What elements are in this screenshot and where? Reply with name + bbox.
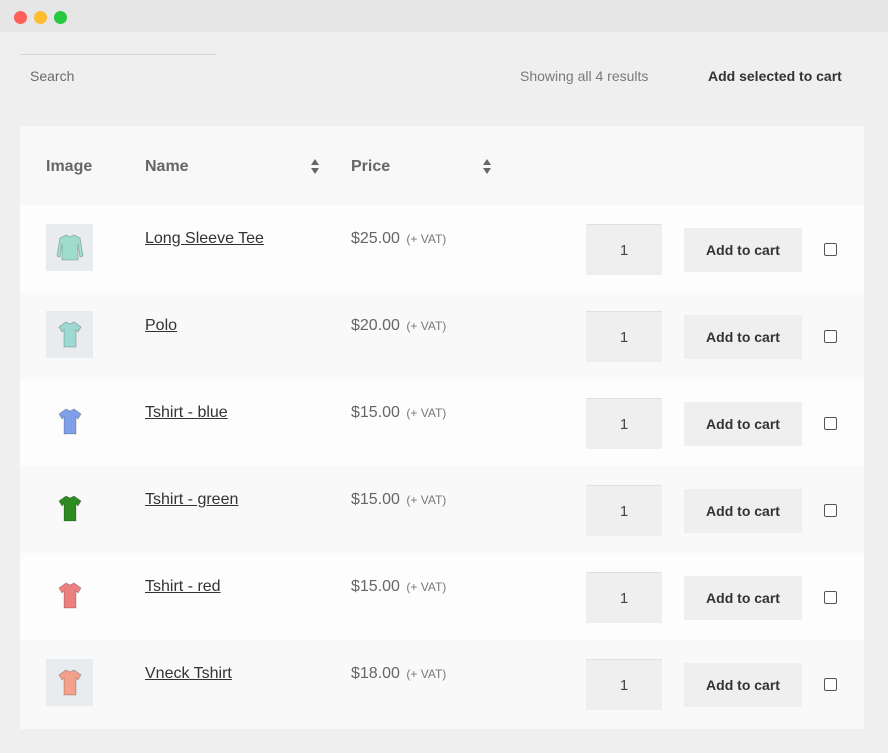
product-price: $15.00 (+ VAT): [351, 404, 446, 422]
select-checkbox[interactable]: [824, 591, 837, 604]
column-header-price[interactable]: Price: [351, 158, 390, 176]
product-name-link[interactable]: Tshirt - green: [145, 491, 238, 509]
select-checkbox[interactable]: [824, 678, 837, 691]
search-input[interactable]: [30, 55, 206, 97]
add-to-cart-button[interactable]: Add to cart: [684, 402, 802, 446]
price-amount: $18.00: [351, 665, 400, 682]
add-to-cart-button[interactable]: Add to cart: [684, 663, 802, 707]
add-selected-to-cart-button[interactable]: Add selected to cart: [708, 68, 842, 84]
add-to-cart-button[interactable]: Add to cart: [684, 315, 802, 359]
tax-label: (+ VAT): [406, 232, 447, 246]
select-checkbox[interactable]: [824, 330, 837, 343]
product-image[interactable]: [46, 224, 93, 271]
tshirt-icon: [57, 669, 82, 695]
tax-label: (+ VAT): [406, 319, 447, 333]
product-name-link[interactable]: Long Sleeve Tee: [145, 230, 264, 248]
window-titlebar: [0, 0, 888, 32]
table-row: Tshirt - green $15.00 (+ VAT) Add to cart: [20, 466, 864, 553]
column-header-image: Image: [46, 158, 93, 175]
quantity-input[interactable]: [586, 485, 662, 536]
minimize-window-button[interactable]: [34, 11, 47, 24]
tax-label: (+ VAT): [406, 667, 447, 681]
tax-label: (+ VAT): [406, 493, 447, 507]
price-amount: $15.00: [351, 404, 400, 421]
close-window-button[interactable]: [14, 11, 27, 24]
price-amount: $25.00: [351, 230, 400, 247]
product-name-link[interactable]: Vneck Tshirt: [145, 665, 232, 683]
product-name-link[interactable]: Polo: [145, 317, 177, 335]
search-field[interactable]: [20, 54, 216, 97]
sort-price-icon[interactable]: [483, 159, 491, 175]
add-to-cart-button[interactable]: Add to cart: [684, 489, 802, 533]
product-name-link[interactable]: Tshirt - blue: [145, 404, 228, 422]
table-row: Polo $20.00 (+ VAT) Add to cart: [20, 292, 864, 379]
product-table: Image Name Price Long Sleeve Tee $25.00 (…: [20, 126, 864, 729]
add-to-cart-button[interactable]: Add to cart: [684, 228, 802, 272]
tshirt-icon: [57, 495, 82, 521]
product-price: $15.00 (+ VAT): [351, 491, 446, 509]
tshirt-icon: [56, 234, 83, 260]
quantity-input[interactable]: [586, 659, 662, 710]
price-amount: $20.00: [351, 317, 400, 334]
tshirt-icon: [57, 408, 82, 434]
product-image[interactable]: [46, 398, 93, 445]
results-count: Showing all 4 results: [520, 68, 649, 84]
add-to-cart-button[interactable]: Add to cart: [684, 576, 802, 620]
price-amount: $15.00: [351, 491, 400, 508]
select-checkbox[interactable]: [824, 417, 837, 430]
product-name-link[interactable]: Tshirt - red: [145, 578, 221, 596]
column-header-name[interactable]: Name: [145, 158, 189, 176]
table-row: Tshirt - red $15.00 (+ VAT) Add to cart: [20, 553, 864, 640]
product-price: $20.00 (+ VAT): [351, 317, 446, 335]
product-image[interactable]: [46, 485, 93, 532]
tshirt-icon: [57, 321, 82, 347]
tax-label: (+ VAT): [406, 580, 447, 594]
table-row: Vneck Tshirt $18.00 (+ VAT) Add to cart: [20, 640, 864, 727]
table-header: Image Name Price: [20, 126, 864, 205]
select-checkbox[interactable]: [824, 243, 837, 256]
maximize-window-button[interactable]: [54, 11, 67, 24]
price-amount: $15.00: [351, 578, 400, 595]
sort-name-icon[interactable]: [311, 159, 319, 175]
quantity-input[interactable]: [586, 224, 662, 275]
product-price: $18.00 (+ VAT): [351, 665, 446, 683]
tshirt-icon: [57, 582, 82, 608]
quantity-input[interactable]: [586, 572, 662, 623]
product-image[interactable]: [46, 311, 93, 358]
table-row: Long Sleeve Tee $25.00 (+ VAT) Add to cart: [20, 205, 864, 292]
quantity-input[interactable]: [586, 311, 662, 362]
tax-label: (+ VAT): [406, 406, 447, 420]
select-checkbox[interactable]: [824, 504, 837, 517]
product-price: $25.00 (+ VAT): [351, 230, 446, 248]
quantity-input[interactable]: [586, 398, 662, 449]
product-image[interactable]: [46, 572, 93, 619]
table-row: Tshirt - blue $15.00 (+ VAT) Add to cart: [20, 379, 864, 466]
product-image[interactable]: [46, 659, 93, 706]
product-price: $15.00 (+ VAT): [351, 578, 446, 596]
